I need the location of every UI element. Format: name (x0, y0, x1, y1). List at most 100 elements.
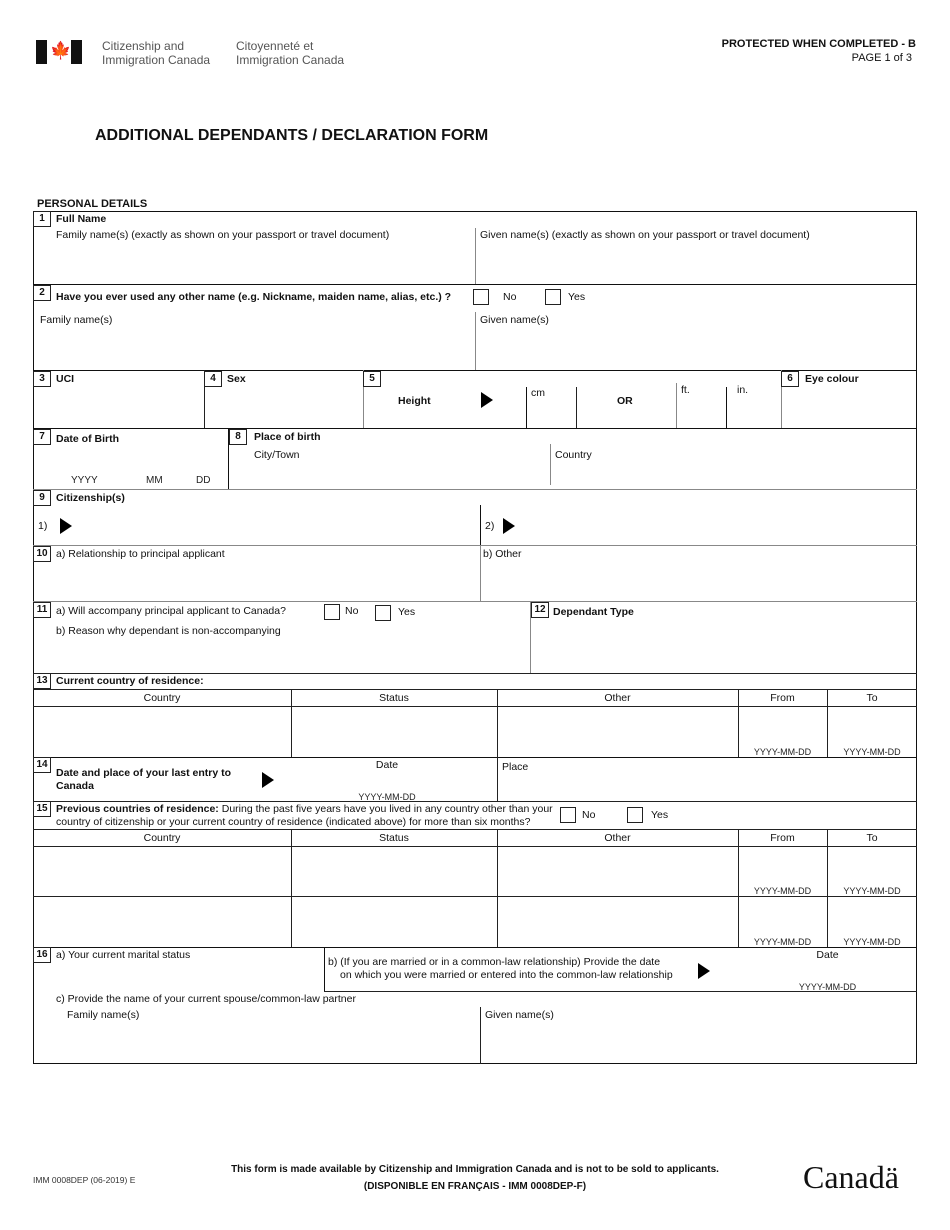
q15-row1-status-select[interactable] (296, 852, 492, 888)
q1-label: Full Name (56, 213, 107, 225)
q13-label: Current country of residence: (56, 675, 204, 687)
q4-sex-select[interactable] (210, 392, 360, 422)
q10-b-label: b) Other (483, 548, 522, 560)
q6-label: Eye colour (805, 373, 859, 385)
q11-no-label: No (345, 605, 359, 617)
arrow-right-icon (698, 963, 710, 979)
q1-given-name-input[interactable] (480, 250, 910, 280)
q15-yes-checkbox[interactable] (627, 807, 643, 823)
q15-yes-label: Yes (651, 809, 669, 821)
q4-number: 4 (204, 371, 222, 387)
q1-family-name-input[interactable] (40, 250, 470, 280)
q11-number: 11 (33, 602, 51, 618)
q8-number: 8 (229, 429, 247, 445)
q2-family-label: Family name(s) (40, 314, 113, 326)
q10-number: 10 (33, 546, 51, 562)
q15-no-label: No (582, 809, 596, 821)
q7-yyyy-hint: YYYY (71, 475, 98, 486)
q2-family-name-input[interactable] (40, 334, 470, 364)
q13-number: 13 (33, 673, 51, 689)
q13-col-status: Status (379, 692, 409, 704)
q5-cm-input[interactable] (530, 402, 574, 424)
q16-family-label: Family name(s) (67, 1009, 140, 1021)
q2-yes-checkbox[interactable] (545, 289, 561, 305)
q16-b-label-line1: b) (If you are married or in a common-la… (328, 956, 661, 968)
q9-label: Citizenship(s) (56, 492, 125, 504)
q15-number: 15 (33, 801, 51, 817)
q4-label: Sex (227, 373, 246, 385)
q11-yes-label: Yes (398, 606, 416, 618)
q1-given-label: Given name(s) (exactly as shown on your … (480, 229, 810, 241)
page-title: ADDITIONAL DEPENDANTS / DECLARATION FORM (95, 127, 489, 144)
q14-place-input[interactable] (502, 776, 912, 796)
q9-citizenship-1-select[interactable] (80, 514, 470, 538)
q16-marriage-date-input[interactable] (730, 963, 910, 979)
q13-country-select[interactable] (38, 712, 286, 748)
q2-no-checkbox[interactable] (473, 289, 489, 305)
q13-col-other: Other (604, 692, 631, 704)
q15-label-rest: During the past five years have you live… (218, 803, 553, 815)
q11-reason-input[interactable] (56, 642, 521, 670)
q13-to-date-input[interactable] (831, 712, 913, 742)
q2-given-name-input[interactable] (480, 334, 910, 364)
q14-number: 14 (33, 757, 51, 773)
q15-col-to: To (866, 832, 878, 844)
q11-b-label: b) Reason why dependant is non-accompany… (56, 625, 281, 637)
q9-second-label: 2) (485, 520, 495, 532)
org-name-en-line1: Citizenship and (102, 39, 185, 53)
q10-other-input[interactable] (485, 568, 910, 594)
q14-date-input[interactable] (300, 773, 480, 789)
q3-uci-input[interactable] (40, 392, 200, 422)
q9-citizenship-2-select[interactable] (522, 514, 912, 538)
q15-label-bold: Previous countries of residence: (56, 803, 219, 815)
q5-or-label: OR (617, 395, 633, 407)
q15-col-other: Other (604, 832, 631, 844)
q12-dependant-type-select[interactable] (538, 628, 910, 658)
q13-from-date-input[interactable] (742, 712, 823, 742)
q15-row1-country-select[interactable] (38, 852, 286, 888)
q15-row1-other-input[interactable] (502, 852, 733, 888)
q15-row1-to-date-input[interactable] (831, 852, 913, 882)
q16-a-label: a) Your current marital status (56, 949, 191, 961)
q12-number: 12 (531, 602, 549, 618)
q15-row1-from-date-input[interactable] (742, 852, 823, 882)
q16-marital-status-select[interactable] (56, 965, 318, 987)
q1-family-label: Family name(s) (exactly as shown on your… (56, 229, 390, 241)
q15-row2-other-input[interactable] (502, 902, 733, 938)
canada-wordmark-logo: Canadä (803, 1159, 899, 1195)
q15-row2-to-date-input[interactable] (831, 902, 913, 932)
q16-b-label-line2: on which you were married or entered int… (340, 969, 673, 981)
q10-relationship-select[interactable] (40, 568, 470, 594)
q16-c-label: c) Provide the name of your current spou… (56, 993, 356, 1005)
q8-city-input[interactable] (254, 464, 544, 484)
q15-row2-country-select[interactable] (38, 902, 286, 938)
q6-eye-colour-select[interactable] (787, 392, 912, 422)
canada-flag-icon: 🍁 (36, 40, 82, 64)
q9-first-label: 1) (38, 520, 48, 532)
q16-spouse-given-name-input[interactable] (485, 1026, 910, 1056)
q16-number: 16 (33, 947, 51, 963)
q15-col-from: From (770, 832, 795, 844)
q8-country-select[interactable] (555, 464, 910, 484)
q7-date-input[interactable] (40, 452, 224, 472)
footer-french: (DISPONIBLE EN FRANÇAIS - IMM 0008DEP-F) (363, 1181, 587, 1192)
q15-row2-status-select[interactable] (296, 902, 492, 938)
q5-cm-label: cm (531, 387, 545, 399)
q5-ft-input[interactable] (680, 402, 724, 424)
q15-row2-from-date-input[interactable] (742, 902, 823, 932)
q16-spouse-family-name-input[interactable] (67, 1026, 472, 1056)
q14-place-label: Place (502, 761, 529, 773)
q7-dd-hint: DD (196, 475, 211, 486)
q11-a-label: a) Will accompany principal applicant to… (56, 605, 286, 617)
q5-number: 5 (363, 371, 381, 387)
q5-in-input[interactable] (731, 402, 777, 424)
arrow-right-icon (262, 772, 274, 788)
q11-yes-checkbox[interactable] (375, 605, 391, 621)
q13-other-input[interactable] (502, 712, 733, 748)
q10-a-label: a) Relationship to principal applicant (56, 548, 225, 560)
q11-no-checkbox[interactable] (324, 604, 340, 620)
q13-col-country: Country (143, 692, 181, 704)
q15-no-checkbox[interactable] (560, 807, 576, 823)
q15-label-line2: country of citizenship or your current c… (56, 816, 531, 828)
q13-status-select[interactable] (296, 712, 492, 748)
